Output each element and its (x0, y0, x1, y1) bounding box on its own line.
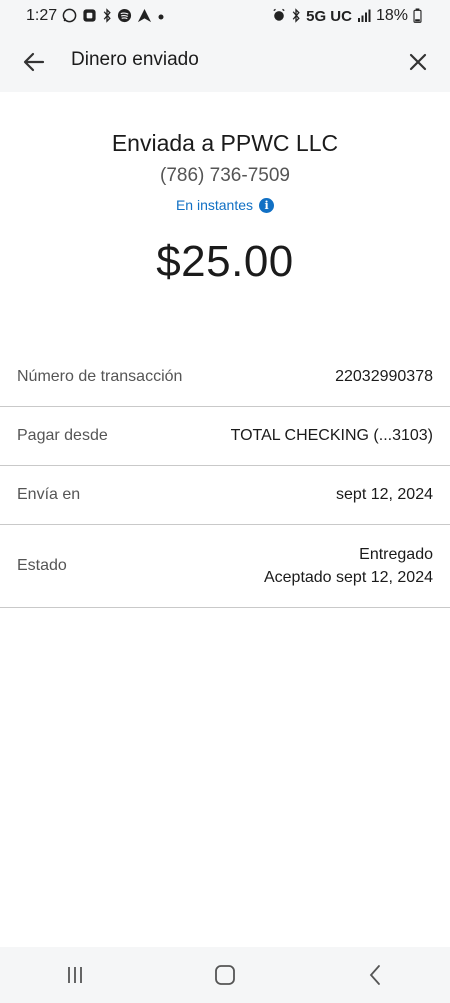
whatsapp-icon (62, 8, 77, 25)
status-time: 1:27 (26, 7, 58, 24)
recipient-line: Enviada a PPWC LLC (0, 130, 450, 157)
nav-arrow-icon (137, 8, 152, 25)
info-icon[interactable]: i (259, 197, 275, 213)
detail-row-pay-from: Pagar desde TOTAL CHECKING (...3103) (0, 407, 450, 466)
transfer-summary: Enviada a PPWC LLC (786) 736-7509 En ins… (0, 92, 450, 287)
transfer-details: Número de transacción 22032990378 Pagar … (0, 348, 450, 608)
detail-value: TOTAL CHECKING (...3103) (230, 427, 433, 445)
detail-label: Estado (17, 557, 67, 574)
status-bar-right: 5G UC 18% (272, 7, 422, 25)
amount: $25.00 (156, 237, 294, 286)
close-icon (409, 53, 427, 71)
status-bar-left: 1:27 (26, 7, 165, 25)
delivery-speed[interactable]: En instantes i (0, 197, 450, 213)
status-delivered: Entregado (359, 545, 433, 563)
system-nav-bar (0, 947, 450, 1003)
detail-value: sept 12, 2024 (336, 486, 433, 504)
system-back-button[interactable] (345, 955, 405, 995)
recipient-name: PPWC LLC (220, 130, 339, 156)
home-button[interactable] (195, 955, 255, 995)
recent-apps-icon (68, 967, 82, 983)
recent-apps-button[interactable] (45, 955, 105, 995)
status-accepted: Aceptado sept 12, 2024 (263, 569, 433, 586)
back-button[interactable] (20, 48, 48, 76)
chevron-left-icon (369, 965, 380, 985)
dot-icon (157, 9, 165, 23)
status-bar: 1:27 5G UC 18% (0, 0, 450, 32)
detail-value: 22032990378 (335, 368, 433, 386)
chat-icon (82, 8, 97, 25)
detail-label: Envía en (17, 486, 81, 503)
spotify-icon (117, 8, 132, 25)
bluetooth-icon (291, 7, 301, 25)
network-label: 5G UC (306, 7, 352, 25)
recipient-phone: (786) 736-7509 (160, 165, 290, 186)
arrow-left-icon (23, 52, 45, 72)
sent-prefix: Enviada a (111, 130, 215, 156)
detail-label: Pagar desde (17, 427, 108, 444)
alarm-icon (272, 8, 286, 24)
detail-row-status: Estado Entregado Aceptado sept 12, 2024 (0, 525, 450, 608)
detail-label: Número de transacción (17, 368, 183, 385)
detail-value: Entregado Aceptado sept 12, 2024 (264, 543, 433, 589)
detail-row-transaction: Número de transacción 22032990378 (0, 348, 450, 407)
app-header: Dinero enviado (0, 32, 450, 92)
battery-percent: 18% (375, 7, 408, 24)
signal-icon (357, 9, 371, 24)
home-icon (215, 965, 235, 985)
detail-row-send-on: Envía en sept 12, 2024 (0, 466, 450, 525)
bluetooth-icon (102, 7, 112, 25)
delivery-speed-label: En instantes (175, 197, 254, 213)
close-button[interactable] (404, 48, 432, 76)
page-title: Dinero enviado (71, 49, 199, 70)
battery-icon (413, 7, 422, 25)
